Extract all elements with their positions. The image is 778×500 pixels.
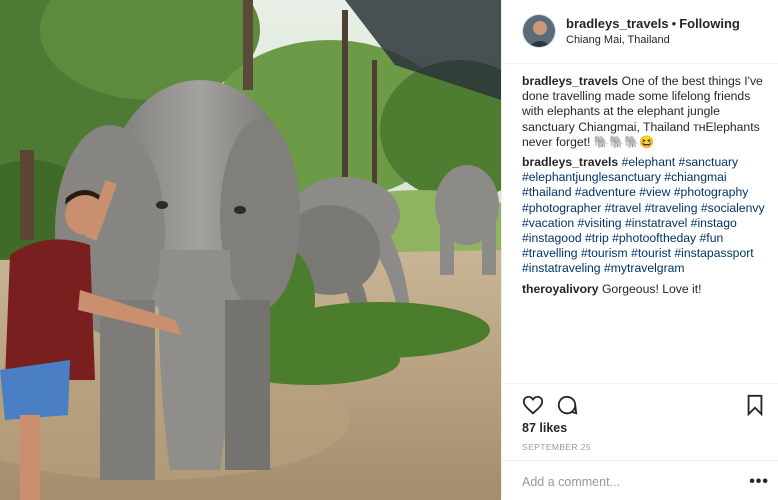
more-options-button[interactable]: ••• — [749, 473, 769, 491]
caption-comment: bradleys_travels One of the best things … — [522, 74, 768, 150]
post-date: SEPTEMBER 25 — [522, 442, 592, 452]
comment-bubble-icon[interactable] — [556, 394, 578, 416]
post-side-panel: bradleys_travels • Following Chiang Mai, T… — [501, 0, 778, 500]
avatar-image-icon — [523, 15, 555, 47]
bookmark-icon[interactable] — [744, 394, 766, 417]
comment-username[interactable]: theroyalivory — [522, 282, 599, 296]
comment-username[interactable]: bradleys_travels — [522, 155, 618, 169]
elephant-photo — [0, 0, 501, 500]
hashtags-comment: bradleys_travels #elephant #sanctuary #e… — [522, 155, 768, 277]
following-button[interactable]: Following — [679, 16, 740, 31]
likes-count[interactable]: 87 likes — [522, 421, 567, 435]
reply-comment: theroyalivory Gorgeous! Love it! — [522, 282, 768, 297]
heart-icon[interactable] — [522, 394, 544, 416]
post-header: bradleys_travels • Following Chiang Mai, T… — [502, 0, 778, 64]
comment-username[interactable]: bradleys_travels — [522, 74, 618, 88]
header-line: bradleys_travels • Following — [566, 16, 740, 31]
add-comment-input[interactable] — [522, 475, 737, 489]
comment-text: Gorgeous! Love it! — [601, 281, 702, 296]
action-bar — [502, 383, 778, 423]
avatar[interactable] — [522, 14, 556, 48]
add-comment-bar: ••• — [502, 460, 778, 500]
location-link[interactable]: Chiang Mai, Thailand — [566, 34, 670, 46]
header-separator: • — [671, 16, 677, 31]
post-photo[interactable] — [0, 0, 501, 500]
comments-list: bradleys_travels One of the best things … — [522, 74, 768, 302]
hashtag-links[interactable]: #elephant #sanctuary #elephantjunglesanc… — [522, 155, 765, 275]
header-username[interactable]: bradleys_travels — [566, 16, 669, 31]
